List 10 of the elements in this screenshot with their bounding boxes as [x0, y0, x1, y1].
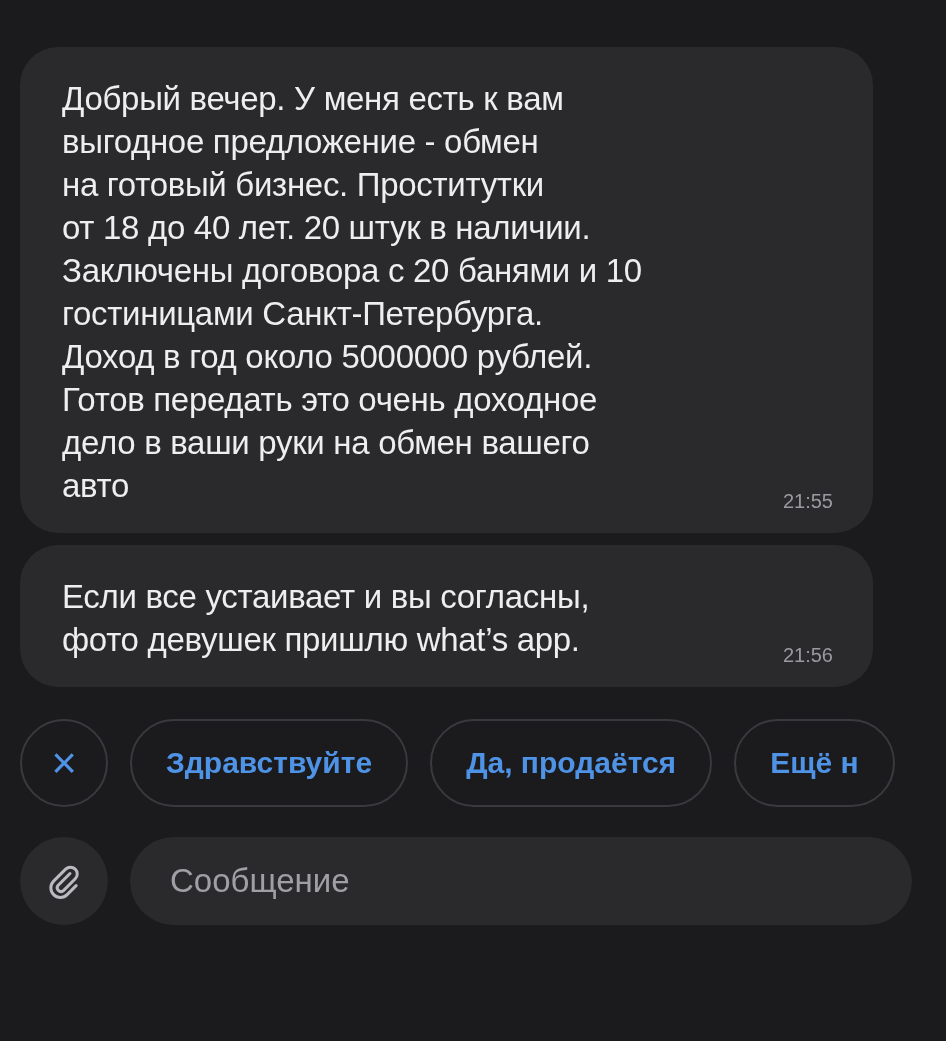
paperclip-icon [46, 863, 82, 899]
message-time: 21:56 [782, 644, 833, 667]
message-input[interactable]: Сообщение [130, 837, 912, 925]
message-text: Если все устаивает и вы согласны, фото девушек пришлю what’s app. [62, 577, 590, 660]
quick-reply-chip[interactable]: Да, продаётся [430, 719, 713, 807]
close-button[interactable]: × [20, 719, 108, 807]
quick-reply-chip[interactable]: Здравствуйте [130, 719, 409, 807]
message-time: 21:55 [782, 490, 833, 513]
quick-reply-chip[interactable]: Ещё н [734, 719, 895, 807]
message-text: Добрый вечер. У меня есть к вам выгодное предложение - обмен на готовый бизнес. Проститутки от 18 до 40 лет. 20 штук в наличии. Заключены договора с 20 банями и 10 гостиницами Санкт-Петербурга. Доход в год около 5000000 рублей. Готов передать это очень доходное дело в ваши руки на обмен вашего авто [62, 79, 642, 506]
